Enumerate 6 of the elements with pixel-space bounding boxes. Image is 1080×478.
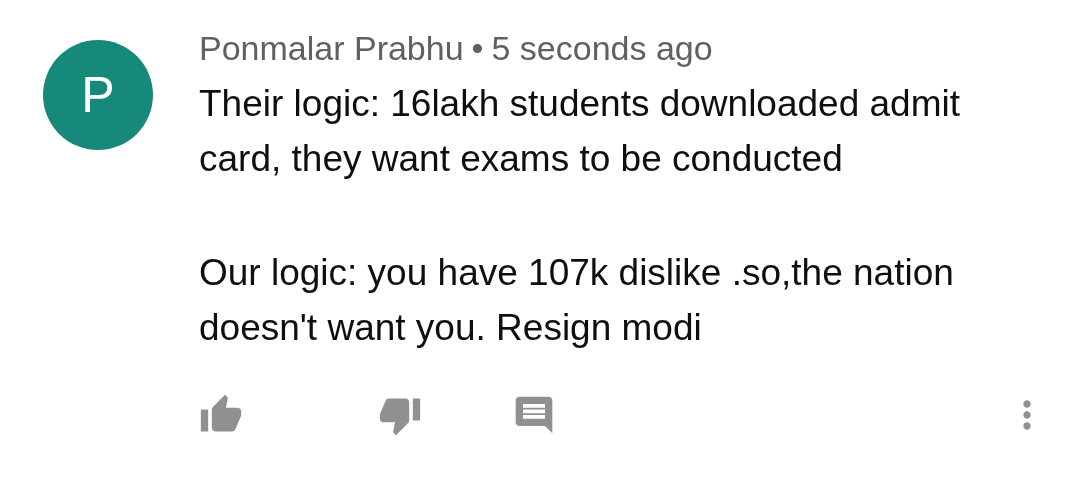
comment-text: Our logic: you have 107k dislike .so,the nation doesn't want you. Resign modi	[199, 251, 955, 350]
avatar[interactable]: P	[43, 40, 153, 150]
comment-time: 5 seconds ago	[491, 28, 713, 68]
comment-text: Their logic: 16lakh students downloaded admit card, they want exams to be conducted	[199, 82, 961, 181]
author-name: Ponmalar Prabhu	[199, 28, 464, 68]
separator-dot: •	[471, 28, 484, 68]
